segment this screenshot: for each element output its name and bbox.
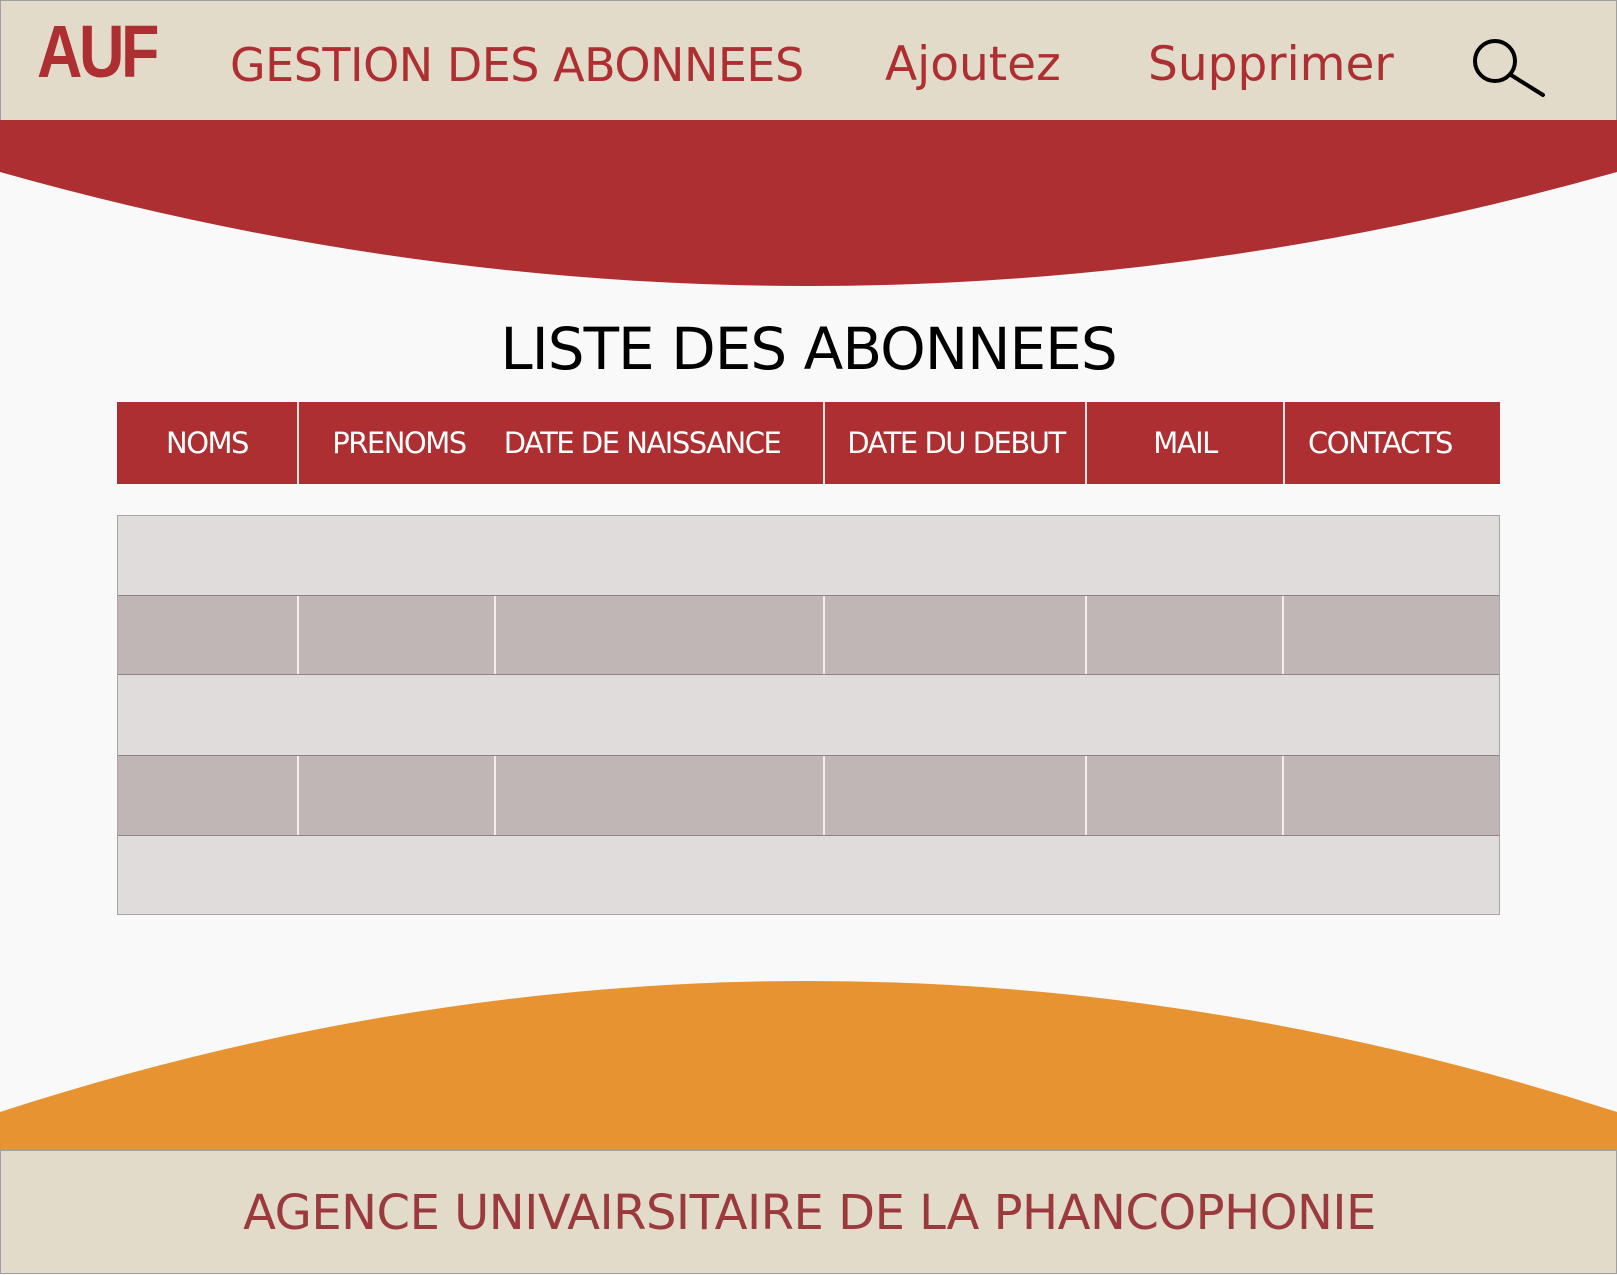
top-red-wave [0,120,1617,286]
column-header-date-debut[interactable]: DATE DU DEBUT [825,402,1087,484]
nav-add-button[interactable]: Ajoutez [885,35,1061,95]
cell-divider [1282,756,1284,835]
auf-logo[interactable]: AUF [37,15,159,89]
cell-divider [1282,596,1284,674]
column-header-mail[interactable]: MAIL [1087,402,1283,484]
table-row[interactable] [118,516,1499,595]
column-header-date-naissance[interactable]: DATE DE NAISSANCE [497,402,787,484]
subscribers-table [117,515,1500,915]
search-icon[interactable] [1471,37,1547,99]
nav-delete-button[interactable]: Supprimer [1148,35,1394,95]
cell-divider [1085,756,1087,835]
table-row[interactable] [118,675,1499,755]
page-title: LISTE DES ABONNEES [500,315,1117,383]
top-navbar: AUF GESTION DES ABONNEES Ajoutez Supprim… [0,0,1617,121]
cell-divider [297,596,299,674]
cell-divider [1085,596,1087,674]
column-header-contacts[interactable]: CONTACTS [1285,402,1475,484]
table-row[interactable] [118,836,1499,914]
nav-gestion-abonnees[interactable]: GESTION DES ABONNEES [230,35,804,95]
cell-divider [494,596,496,674]
footer-bar: AGENCE UNIVAIRSITAIRE DE LA PHANCOPHONIE [0,1150,1617,1274]
cell-divider [823,596,825,674]
cell-divider [494,756,496,835]
table-row[interactable] [118,595,1499,675]
table-header: NOMS PRENOMS DATE DE NAISSANCE DATE DU D… [117,402,1500,484]
footer-text: AGENCE UNIVAIRSITAIRE DE LA PHANCOPHONIE [243,1185,1376,1241]
cell-divider [823,756,825,835]
column-header-prenoms[interactable]: PRENOMS [299,402,499,484]
cell-divider [297,756,299,835]
bottom-orange-wave [0,981,1617,1150]
column-header-noms[interactable]: NOMS [117,402,297,484]
table-row[interactable] [118,755,1499,836]
